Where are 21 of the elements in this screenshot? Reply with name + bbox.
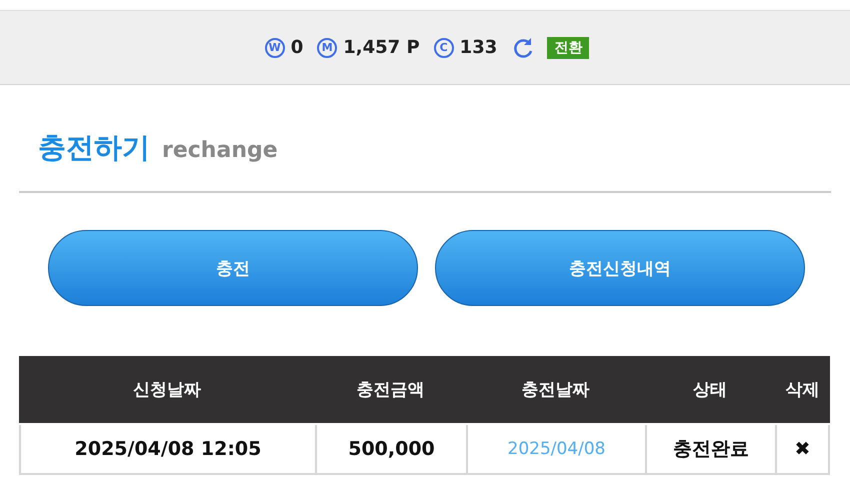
balance-value: 1,457 P	[343, 37, 420, 58]
coin-icon: W	[264, 38, 285, 58]
page-subtitle: rechange	[162, 138, 278, 163]
page-title: 충전하기	[38, 130, 150, 166]
coin-icon: C	[434, 38, 454, 58]
table-cell: 2025/04/08 12:05	[19, 425, 315, 475]
menu-button[interactable]: 충전신청내역	[435, 230, 805, 306]
column-header: 신청날짜	[19, 356, 315, 423]
column-header: 상태	[645, 356, 775, 423]
column-header: 충전날짜	[466, 356, 645, 423]
delete-button[interactable]: ✖	[775, 425, 830, 475]
coin-icon: M	[317, 38, 338, 58]
table-cell: 2025/04/08	[466, 425, 645, 475]
switch-button[interactable]: 전환	[547, 36, 590, 58]
table-cell: 충전완료	[645, 425, 775, 475]
column-header: 삭제	[775, 356, 830, 423]
balance-value: 133	[460, 37, 498, 58]
balance-value: 0	[290, 37, 304, 58]
table-cell: 500,000	[315, 425, 466, 475]
column-header: 충전금액	[315, 356, 466, 423]
menu-button[interactable]: 충전	[48, 230, 418, 306]
